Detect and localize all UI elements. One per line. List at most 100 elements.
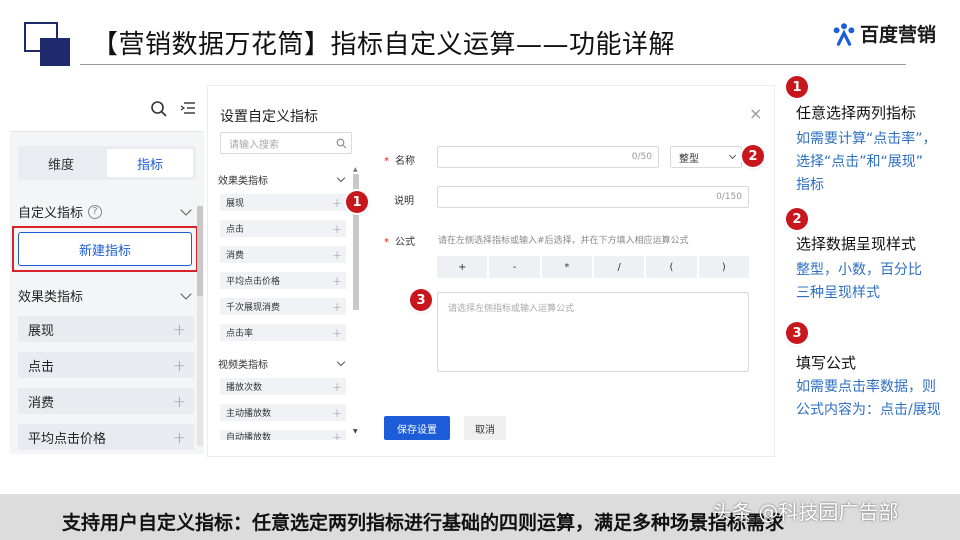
chevron-down-icon	[728, 151, 737, 159]
chevron-down-icon	[180, 203, 192, 216]
operator-lparen-button[interactable]: (	[646, 256, 697, 278]
chevron-down-icon	[180, 287, 192, 300]
sidebar-scrollbar[interactable]	[197, 206, 203, 446]
group-video[interactable]: 视频类指标	[218, 356, 346, 371]
annotation-badge-2: 2	[742, 145, 764, 167]
metric-option-label: 展现	[226, 199, 245, 209]
effect-metric-header[interactable]: 效果类指标	[18, 286, 192, 305]
group-effect[interactable]: 效果类指标	[218, 172, 346, 187]
add-icon[interactable]: +	[173, 320, 186, 339]
list-item-label: 消费	[28, 395, 55, 411]
custom-metric-label: 自定义指标	[18, 206, 84, 221]
metric-option-label: 点击率	[226, 329, 254, 339]
cancel-button[interactable]: 取消	[464, 416, 506, 440]
add-icon[interactable]: +	[173, 428, 186, 447]
metric-option-label: 平均点击价格	[226, 277, 281, 287]
scroll-down-icon[interactable]: ▼	[353, 428, 358, 435]
note-badge-3: 3	[786, 322, 808, 344]
add-icon[interactable]: +	[332, 248, 342, 262]
note-body-2: 整型，小数，百分比 三种呈现样式	[796, 262, 922, 301]
metric-option[interactable]: 展现 +	[220, 194, 346, 211]
dimension-metric-switch: 维度 指标	[18, 146, 196, 180]
note-title-2: 选择数据呈现样式	[796, 235, 917, 253]
save-button[interactable]: 保存设置	[384, 416, 450, 440]
desc-input[interactable]: 0/150	[437, 186, 749, 208]
add-icon[interactable]: +	[332, 406, 342, 420]
list-item[interactable]: 消费 +	[18, 388, 194, 414]
operator-minus-button[interactable]: -	[489, 256, 540, 278]
name-input[interactable]: 0/50	[437, 146, 659, 168]
metric-option[interactable]: 消费 +	[220, 246, 346, 263]
note-title-3: 填写公式	[796, 354, 857, 372]
search-icon[interactable]	[150, 100, 168, 118]
brand-name: 百度营销	[860, 24, 937, 46]
metric-option[interactable]: 主动播放数 +	[220, 404, 346, 421]
operator-bar: + - * / ( )	[437, 256, 749, 278]
group-video-label: 视频类指标	[218, 360, 268, 371]
note-badge-2: 2	[786, 208, 808, 230]
add-icon[interactable]: +	[332, 326, 342, 340]
annotation-badge-3: 3	[410, 289, 432, 311]
tab-metric[interactable]: 指标	[107, 149, 193, 177]
operator-plus-button[interactable]: +	[437, 256, 488, 278]
brand-mark-icon	[833, 22, 855, 46]
list-item-label: 展现	[28, 323, 55, 339]
add-icon[interactable]: +	[332, 300, 342, 314]
close-icon[interactable]: ×	[749, 104, 762, 123]
sidebar-toolbar	[10, 86, 204, 132]
metric-option[interactable]: 千次展现消费 +	[220, 298, 346, 315]
formula-hint: 请在左侧选择指标或输入#后选择，并在下方填入相应运算公式	[438, 236, 689, 246]
scroll-up-icon[interactable]: ▲	[353, 166, 358, 173]
note-body-3: 如需要点击率数据，则 公式内容为：点击/展现	[796, 379, 941, 418]
name-counter: 0/50	[631, 152, 652, 162]
watermark: 头条 @科技园广告部	[712, 500, 899, 524]
collapse-menu-icon[interactable]	[180, 100, 196, 116]
formula-label: * 公式	[384, 237, 415, 248]
custom-metric-dialog: 设置自定义指标 × 请输入搜索 效果类指标 展现 + 点击 + 消费 + 平均点击价格…	[208, 86, 774, 456]
metric-option[interactable]: 自动播放数 +	[220, 430, 346, 440]
add-icon[interactable]: +	[332, 196, 342, 210]
metric-option-label: 自动播放数	[226, 433, 272, 440]
formula-textarea[interactable]: 请选择左侧指标或输入运算公式	[437, 292, 749, 372]
operator-divide-button[interactable]: /	[593, 256, 645, 278]
metric-option-label: 点击	[226, 225, 245, 235]
new-metric-button[interactable]: 新建指标	[18, 232, 192, 266]
add-icon[interactable]: +	[332, 430, 342, 440]
metric-sidebar: 维度 指标 自定义指标 ? 新建指标 效果类指标 展现 + 点击 + 消费 + …	[10, 86, 204, 454]
format-select[interactable]: 整型	[670, 146, 742, 168]
add-icon[interactable]: +	[332, 274, 342, 288]
metric-option[interactable]: 播放次数 +	[220, 378, 346, 395]
metric-search-input[interactable]: 请输入搜索	[220, 132, 352, 154]
list-item[interactable]: 点击 +	[18, 352, 194, 378]
list-item-label: 点击	[28, 359, 55, 375]
add-icon[interactable]: +	[332, 380, 342, 394]
metric-option[interactable]: 点击 +	[220, 220, 346, 237]
note-title-1: 任意选择两列指标	[796, 104, 917, 122]
metric-option[interactable]: 平均点击价格 +	[220, 272, 346, 289]
note-body-1: 如需要计算“点击率”， 选择“点击”和“展现” 指标	[796, 131, 937, 193]
effect-metric-label: 效果类指标	[18, 290, 84, 305]
metric-option-label: 千次展现消费	[226, 303, 281, 313]
custom-metric-header[interactable]: 自定义指标 ?	[18, 202, 192, 221]
list-item-label: 平均点击价格	[28, 431, 107, 447]
name-label: * 名称	[384, 156, 415, 167]
add-icon[interactable]: +	[173, 392, 186, 411]
operator-rparen-button[interactable]: )	[698, 256, 749, 278]
note-badge-1: 1	[786, 76, 808, 98]
formula-placeholder: 请选择左侧指标或输入运算公式	[448, 304, 575, 314]
operator-multiply-button[interactable]: *	[541, 256, 592, 278]
tab-dimension[interactable]: 维度	[18, 146, 104, 180]
metric-option[interactable]: 点击率 +	[220, 324, 346, 341]
dialog-title: 设置自定义指标	[220, 109, 318, 125]
footer-summary: 支持用户自定义指标：任意选定两列指标进行基础的四则运算，满足多种场景指标需求	[62, 512, 785, 534]
add-icon[interactable]: +	[332, 222, 342, 236]
list-item[interactable]: 展现 +	[18, 316, 194, 342]
help-icon[interactable]: ?	[88, 204, 103, 219]
chevron-down-icon	[336, 173, 346, 182]
list-item[interactable]: 平均点击价格 +	[18, 424, 194, 450]
chevron-down-icon	[336, 357, 346, 366]
new-metric-highlight: 新建指标	[12, 226, 198, 272]
add-icon[interactable]: +	[173, 356, 186, 375]
desc-counter: 0/150	[716, 192, 742, 202]
title-logo-mark	[24, 22, 74, 66]
